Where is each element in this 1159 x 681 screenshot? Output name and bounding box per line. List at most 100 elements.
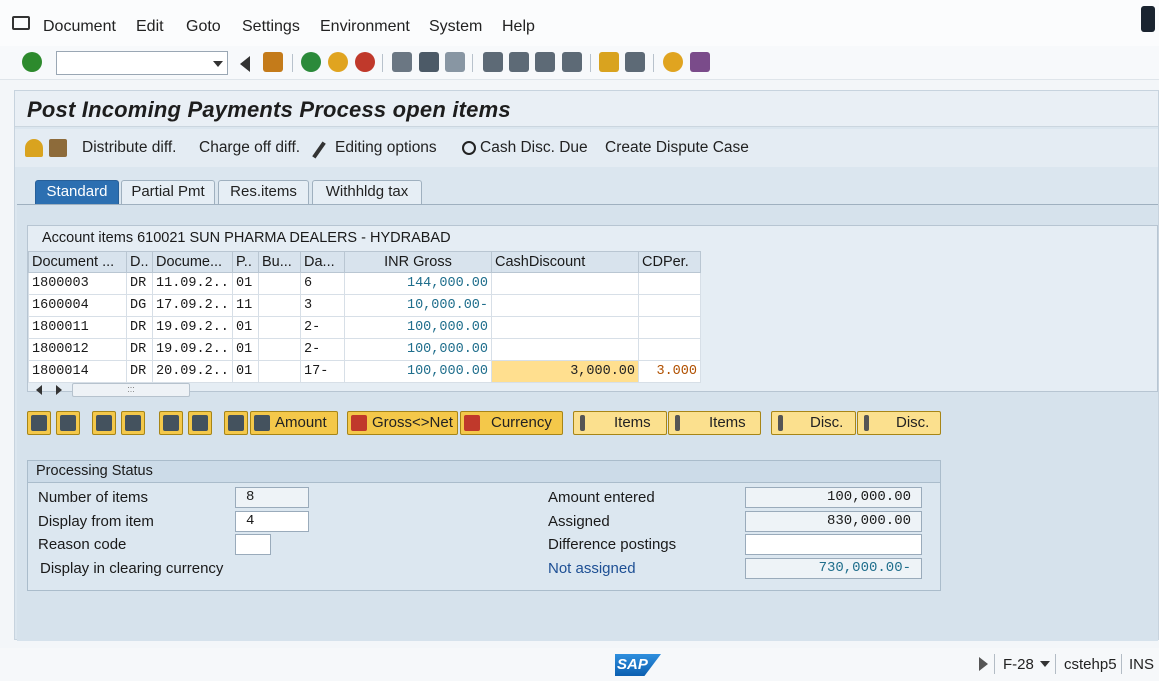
find-button[interactable] xyxy=(224,411,248,435)
table-row[interactable]: 1800014 DR 20.09.2.. 01 17- 100,000.00 3… xyxy=(28,360,701,383)
horizontal-scrollbar[interactable]: ::: xyxy=(30,381,190,397)
save-icon[interactable] xyxy=(263,52,283,72)
cell-doc-type: DG xyxy=(126,294,153,317)
cash-disc-due-button[interactable]: Cash Disc. Due xyxy=(480,139,588,157)
editing-options-button[interactable]: Editing options xyxy=(335,139,437,157)
cell-cash-discount[interactable] xyxy=(491,338,639,361)
currency-button[interactable]: Currency xyxy=(460,411,563,435)
edit-note-icon[interactable] xyxy=(49,139,67,157)
scroll-left-icon[interactable] xyxy=(36,385,42,395)
col-cash-discount[interactable]: CashDiscount xyxy=(491,251,639,273)
activate-pin-icon xyxy=(580,415,585,431)
filter-icon xyxy=(192,415,208,431)
deselect-button[interactable] xyxy=(56,411,80,435)
cell-inr-gross: 100,000.00 xyxy=(344,360,492,383)
display-clearing-currency-label[interactable]: Display in clearing currency xyxy=(40,560,223,577)
difference-postings-field xyxy=(745,534,922,555)
tab-partial-pmt[interactable]: Partial Pmt xyxy=(121,180,215,204)
cell-cash-discount[interactable]: 3,000.00 xyxy=(491,360,639,383)
table-row[interactable]: 1800003 DR 11.09.2.. 01 6 144,000.00 xyxy=(28,272,701,295)
chevron-down-icon[interactable] xyxy=(213,61,223,67)
col-document[interactable]: Document ... xyxy=(28,251,127,273)
back-arrow-icon[interactable] xyxy=(240,56,250,72)
page-title: Post Incoming Payments Process open item… xyxy=(27,97,511,122)
col-doc-date[interactable]: Docume... xyxy=(152,251,233,273)
first-page-icon[interactable] xyxy=(483,52,503,72)
customize-layout-icon[interactable] xyxy=(690,52,710,72)
charge-off-diff-button[interactable]: Charge off diff. xyxy=(199,139,300,157)
new-session-icon[interactable] xyxy=(599,52,619,72)
tab-withhldg-tax[interactable]: Withhldg tax xyxy=(312,180,422,204)
sum-button[interactable] xyxy=(159,411,183,435)
cell-cash-discount[interactable] xyxy=(491,294,639,317)
distribute-diff-button[interactable]: Distribute diff. xyxy=(82,139,176,157)
cancel-red-icon[interactable] xyxy=(355,52,375,72)
cell-inr-gross: 10,000.00- xyxy=(344,294,492,317)
cell-cd-percent[interactable]: 3.000 xyxy=(638,360,701,383)
scrollbar-thumb[interactable]: ::: xyxy=(72,383,190,397)
menu-system[interactable]: System xyxy=(429,18,482,36)
cell-cd-percent[interactable] xyxy=(638,338,701,361)
tab-res-items[interactable]: Res.items xyxy=(218,180,309,204)
display-from-item-input[interactable]: 4 xyxy=(235,511,309,532)
menu-goto[interactable]: Goto xyxy=(186,18,221,36)
pencil-icon[interactable] xyxy=(312,141,326,159)
status-expand-icon[interactable] xyxy=(979,657,988,671)
filter-button[interactable] xyxy=(188,411,212,435)
null-icon[interactable] xyxy=(462,141,476,155)
table-row[interactable]: 1800012 DR 19.09.2.. 01 2- 100,000.00 xyxy=(28,338,701,361)
col-business-area[interactable]: Bu... xyxy=(258,251,301,273)
menu-edit[interactable]: Edit xyxy=(136,18,164,36)
cell-cash-discount[interactable] xyxy=(491,316,639,339)
reason-code-input[interactable] xyxy=(235,534,271,555)
menu-settings[interactable]: Settings xyxy=(242,18,300,36)
menu-document[interactable]: Document xyxy=(43,18,116,36)
sort-ascending-button[interactable] xyxy=(92,411,116,435)
menu-environment[interactable]: Environment xyxy=(320,18,410,36)
shortcut-icon[interactable] xyxy=(625,52,645,72)
scroll-right-icon[interactable] xyxy=(56,385,62,395)
table-row[interactable]: 1800011 DR 19.09.2.. 01 2- 100,000.00 xyxy=(28,316,701,339)
person-icon[interactable] xyxy=(25,139,43,157)
currency-calc-icon xyxy=(351,415,367,431)
gross-net-label: Gross<>Net xyxy=(372,414,453,431)
help-icon[interactable] xyxy=(663,52,683,72)
find-icon[interactable] xyxy=(419,52,439,72)
col-cd-percent[interactable]: CDPer. xyxy=(638,251,701,273)
deactivate-items-button[interactable]: Items xyxy=(668,411,761,435)
transaction-dropdown-icon[interactable] xyxy=(1040,661,1050,667)
cell-cd-percent[interactable] xyxy=(638,294,701,317)
col-days[interactable]: Da... xyxy=(300,251,345,273)
command-field[interactable] xyxy=(56,51,228,75)
exit-yellow-icon[interactable] xyxy=(328,52,348,72)
enter-check-icon[interactable] xyxy=(22,52,42,72)
next-page-icon[interactable] xyxy=(535,52,555,72)
menu-help[interactable]: Help xyxy=(502,18,535,36)
window-menu-icon[interactable] xyxy=(12,16,30,30)
back-green-icon[interactable] xyxy=(301,52,321,72)
activate-items-button[interactable]: Items xyxy=(573,411,667,435)
find-next-icon[interactable] xyxy=(445,52,465,72)
window-control-icon[interactable] xyxy=(1141,6,1155,32)
gross-net-button[interactable]: Gross<>Net xyxy=(347,411,458,435)
col-inr-gross[interactable]: INR Gross xyxy=(344,251,492,273)
sort-up-icon xyxy=(96,415,112,431)
deactivate-disc-button[interactable]: Disc. xyxy=(857,411,941,435)
find-amount-button[interactable]: Amount xyxy=(250,411,338,435)
previous-page-icon[interactable] xyxy=(509,52,529,72)
table-row[interactable]: 1600004 DG 17.09.2.. 11 3 10,000.00- xyxy=(28,294,701,317)
select-all-button[interactable] xyxy=(27,411,51,435)
insert-mode[interactable]: INS xyxy=(1129,656,1154,673)
cell-cd-percent[interactable] xyxy=(638,272,701,295)
activate-disc-button[interactable]: Disc. xyxy=(771,411,856,435)
last-page-icon[interactable] xyxy=(562,52,582,72)
cell-doc-date: 17.09.2.. xyxy=(152,294,233,317)
print-icon[interactable] xyxy=(392,52,412,72)
cell-cash-discount[interactable] xyxy=(491,272,639,295)
col-posting-key[interactable]: P.. xyxy=(232,251,259,273)
cell-cd-percent[interactable] xyxy=(638,316,701,339)
col-doc-type[interactable]: D.. xyxy=(126,251,153,273)
create-dispute-case-button[interactable]: Create Dispute Case xyxy=(605,139,749,157)
tab-standard[interactable]: Standard xyxy=(35,180,119,204)
sort-descending-button[interactable] xyxy=(121,411,145,435)
